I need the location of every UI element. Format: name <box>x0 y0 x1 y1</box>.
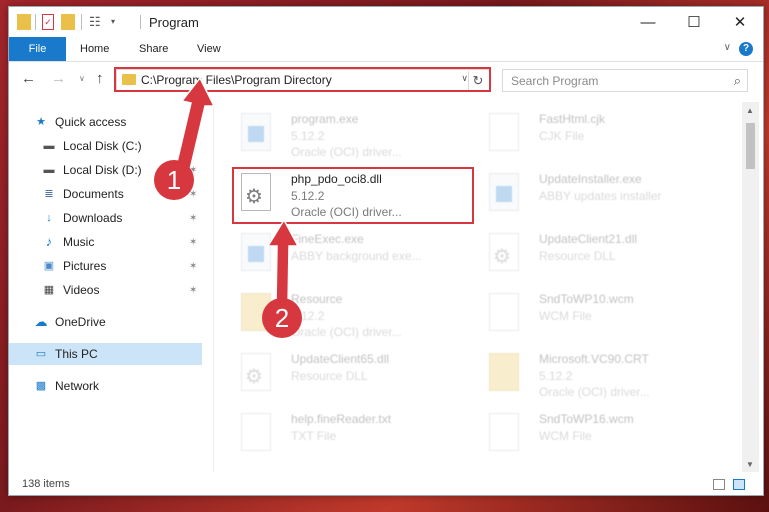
annotation-arrow-2 <box>266 218 300 307</box>
annotation-step-2-badge: 2 <box>262 298 302 338</box>
annotation-step-1-badge: 1 <box>154 160 194 200</box>
annotation-overlay <box>173 76 300 307</box>
